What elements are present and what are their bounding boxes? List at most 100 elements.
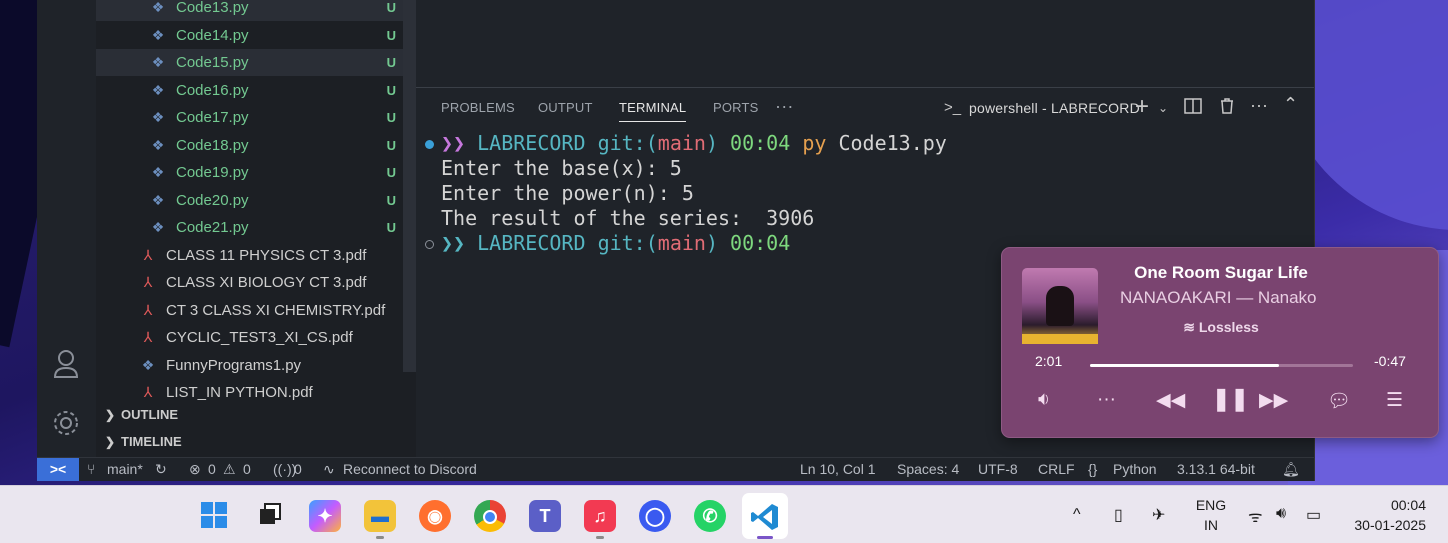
more-options-icon[interactable]: ···	[1097, 389, 1116, 411]
panel-more-button[interactable]: ···	[775, 96, 794, 117]
speaker-icon[interactable]: 🔊︎	[1276, 505, 1286, 523]
new-terminal-plus-icon[interactable]: +	[1135, 93, 1149, 121]
battery-icon[interactable]: ▭	[1306, 505, 1321, 525]
vscode-icon[interactable]	[742, 493, 788, 539]
queue-list-icon[interactable]: ☰	[1386, 389, 1403, 412]
signal-icon[interactable]: ◯	[639, 500, 671, 532]
file-item[interactable]: ❖ FunnyPrograms1.py	[96, 352, 404, 379]
warning-count[interactable]: 0	[243, 458, 251, 481]
chevron-right-icon: ❯	[105, 435, 116, 449]
next-track-icon[interactable]: ▶▶	[1259, 389, 1288, 412]
error-count[interactable]: 0	[208, 458, 216, 481]
whatsapp-icon[interactable]: ✆	[694, 500, 726, 532]
copilot-icon[interactable]: ✦	[309, 500, 341, 532]
discord-status[interactable]: Reconnect to Discord	[343, 458, 477, 481]
file-encoding[interactable]: UTF-8	[978, 458, 1018, 481]
tab-problems[interactable]: PROBLEMS	[441, 100, 515, 115]
language-line1[interactable]: ENG	[1193, 497, 1229, 513]
sync-icon[interactable]: ↻	[155, 458, 167, 481]
git-branch-icon: ⑂	[87, 461, 96, 477]
file-explorer-icon[interactable]: ▬	[364, 500, 396, 532]
maximize-panel-icon[interactable]: ⌃	[1283, 94, 1298, 115]
file-name: Code15.py	[176, 54, 249, 71]
more-actions-icon[interactable]: ···	[1250, 95, 1268, 116]
split-terminal-icon[interactable]	[1184, 97, 1202, 120]
file-item[interactable]: ⅄ CYCLIC_TEST3_XI_CS.pdf	[96, 324, 404, 351]
file-item[interactable]: ❖ Code20.py U	[96, 187, 404, 214]
chrome-icon[interactable]	[474, 500, 506, 532]
file-item[interactable]: ⅄ CLASS XI BIOLOGY CT 3.pdf	[96, 269, 404, 296]
remaining-time: -0:47	[1374, 353, 1406, 369]
python-file-icon: ❖	[151, 0, 165, 15]
teams-icon[interactable]: T	[529, 500, 561, 532]
python-file-icon: ❖	[151, 109, 165, 125]
language-line2[interactable]: IN	[1193, 517, 1229, 533]
python-file-icon: ❖	[151, 219, 165, 235]
file-item[interactable]: ❖ Code15.py U	[96, 49, 404, 76]
file-item[interactable]: ❖ Code14.py U	[96, 22, 404, 49]
end-of-line[interactable]: CRLF	[1038, 458, 1075, 481]
ports-count[interactable]: 0	[294, 458, 302, 481]
usb-drive-icon[interactable]: ▯	[1114, 505, 1123, 525]
remote-indicator-button[interactable]: ><	[37, 458, 79, 481]
prompt-git-suffix: )	[705, 131, 718, 155]
firefox-icon[interactable]: ◉	[419, 500, 451, 532]
windows-start-icon[interactable]	[198, 500, 230, 532]
show-hidden-icons-chevron-icon[interactable]: ^	[1073, 506, 1081, 524]
cursor-position[interactable]: Ln 10, Col 1	[800, 458, 876, 481]
git-branch-label[interactable]: main*	[107, 458, 143, 481]
file-name: FunnyPrograms1.py	[166, 356, 302, 374]
file-item[interactable]: ❖ Code17.py U	[96, 104, 404, 131]
python-file-icon: ❖	[141, 356, 155, 373]
editor-area[interactable]	[416, 0, 1314, 88]
pause-icon[interactable]: ❚❚	[1212, 386, 1249, 412]
wifi-icon[interactable]: ᯤ	[1248, 505, 1263, 527]
python-interpreter[interactable]: 3.13.1 64-bit	[1177, 458, 1255, 481]
tray-app-icon[interactable]: ✈	[1152, 505, 1165, 525]
file-name: Code19.py	[176, 164, 249, 181]
file-item[interactable]: ❖ Code18.py U	[96, 132, 404, 159]
timeline-section[interactable]: ❯ TIMELINE	[96, 429, 416, 455]
explorer-scrollbar[interactable]	[403, 0, 416, 372]
track-artist[interactable]: NANAOAKARI — Nanako	[1120, 288, 1317, 308]
playback-progress-bar[interactable]	[1090, 364, 1353, 367]
track-title: One Room Sugar Life	[1134, 263, 1308, 282]
indent-spaces[interactable]: Spaces: 4	[897, 458, 959, 481]
chevron-down-icon[interactable]: ⌄	[1158, 101, 1168, 115]
account-icon[interactable]	[49, 347, 83, 381]
command-name: py	[802, 131, 827, 155]
file-item[interactable]: ❖ Code19.py U	[96, 159, 404, 186]
outline-section[interactable]: ❯ OUTLINE	[96, 402, 416, 428]
language-mode[interactable]: Python	[1113, 458, 1157, 481]
apple-music-icon[interactable]: ♫	[584, 500, 616, 532]
settings-gear-icon[interactable]	[49, 408, 83, 442]
clock-time[interactable]: 00:04	[1346, 497, 1426, 513]
notifications-bell-icon[interactable]: 🔔︎	[1282, 458, 1300, 481]
python-file-icon: ❖	[151, 164, 165, 180]
task-view-icon[interactable]	[254, 500, 286, 532]
file-item[interactable]: ❖ Code21.py U	[96, 214, 404, 241]
previous-track-icon[interactable]: ◀◀	[1156, 389, 1185, 412]
timeline-label: TIMELINE	[121, 434, 182, 449]
git-status-badge: U	[386, 27, 396, 43]
outline-label: OUTLINE	[121, 407, 179, 422]
prompt-git-prefix: git:(	[597, 131, 658, 155]
terminal-prompt-line[interactable]: ❯❯ LABRECORD git:(main) 00:04	[441, 231, 790, 256]
tab-ports[interactable]: PORTS	[713, 100, 759, 115]
clock-date[interactable]: 30-01-2025	[1346, 517, 1426, 533]
file-item[interactable]: ❖ Code13.py U	[96, 0, 404, 21]
tab-terminal[interactable]: TERMINAL	[619, 100, 687, 122]
terminal-shell-name[interactable]: powershell - LABRECORD	[969, 100, 1140, 116]
command-pending-dot	[425, 240, 434, 249]
volume-icon[interactable]: 🔉︎	[1038, 389, 1050, 411]
running-indicator	[596, 536, 604, 539]
terminal-output-line: Enter the base(x): 5	[441, 156, 682, 180]
lyrics-icon[interactable]: 💬︎	[1327, 389, 1351, 413]
tab-output[interactable]: OUTPUT	[538, 100, 593, 115]
file-item[interactable]: ⅄ CLASS 11 PHYSICS CT 3.pdf	[96, 242, 404, 269]
file-item[interactable]: ⅄ CT 3 CLASS XI CHEMISTRY.pdf	[96, 297, 404, 324]
file-item[interactable]: ❖ Code16.py U	[96, 77, 404, 104]
terminal-output-line: The result of the series: 3906	[441, 206, 815, 230]
trash-icon[interactable]	[1218, 97, 1236, 120]
python-file-icon: ❖	[151, 26, 165, 43]
